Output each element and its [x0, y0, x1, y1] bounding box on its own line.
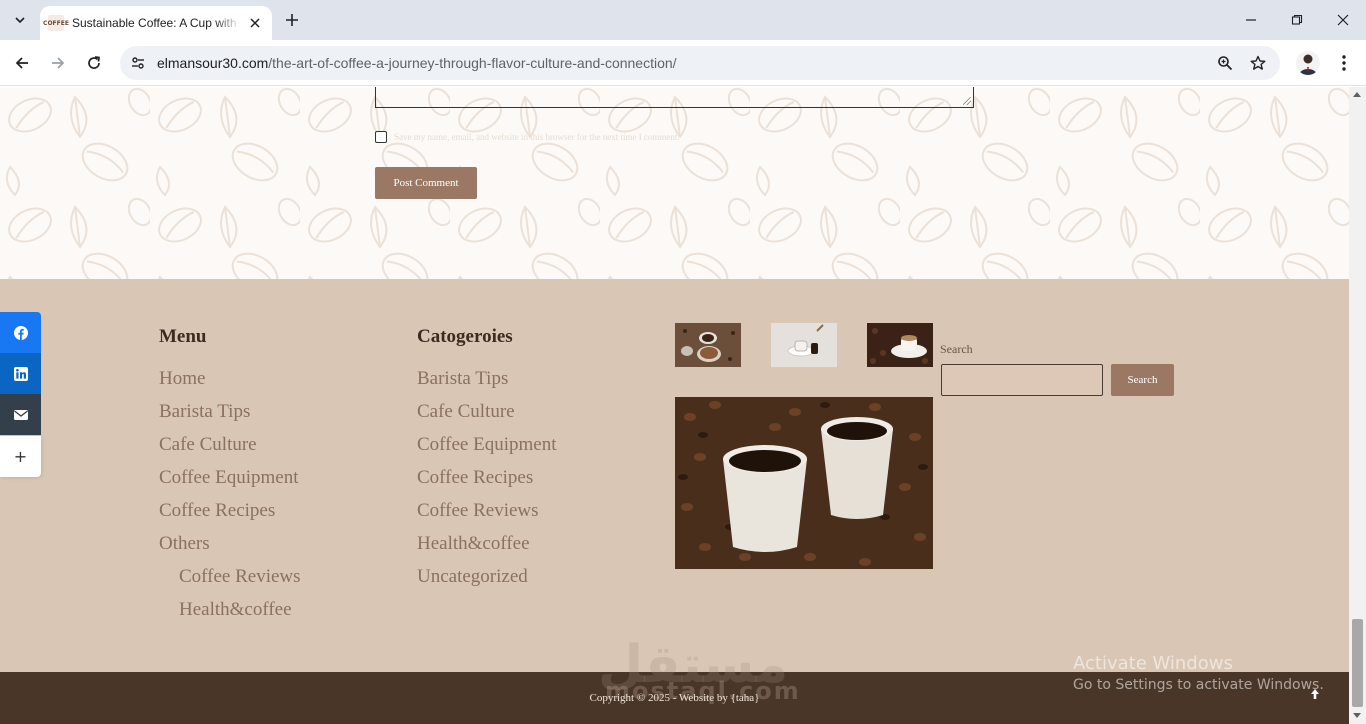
save-info-checkbox[interactable]: [375, 131, 387, 143]
site-favicon: COFFEE: [43, 15, 69, 31]
activation-subtitle: Go to Settings to activate Windows.: [1073, 677, 1324, 693]
featured-coffee-image[interactable]: [675, 397, 933, 569]
restore-icon[interactable]: [1274, 0, 1320, 40]
zoom-icon[interactable]: [1212, 50, 1238, 76]
email-icon: [13, 409, 28, 420]
menu-link-home[interactable]: Home: [159, 368, 205, 390]
browser-tab[interactable]: COFFEE Sustainable Coffee: A Cup with a …: [40, 6, 272, 40]
url-text: elmansour30.com/the-art-of-coffee-a-jour…: [157, 55, 677, 71]
facebook-icon: [13, 325, 28, 340]
tab-title: Sustainable Coffee: A Cup with a Conscie…: [72, 16, 240, 30]
category-link-barista-tips[interactable]: Barista Tips: [417, 368, 508, 390]
menu-link-coffee-recipes[interactable]: Coffee Recipes: [159, 500, 275, 522]
activation-title: Activate Windows: [1073, 653, 1233, 674]
comment-textarea[interactable]: [375, 87, 974, 108]
menu-link-others[interactable]: Others: [159, 533, 210, 555]
kebab-menu-icon[interactable]: [1330, 49, 1358, 77]
site-footer: Menu Home Barista Tips Cafe Culture Coff…: [0, 279, 1349, 672]
avatar[interactable]: [1296, 51, 1320, 75]
categories-title: Catogeroies: [417, 326, 513, 347]
reload-icon[interactable]: [80, 49, 108, 77]
close-icon[interactable]: [246, 14, 264, 32]
search-input[interactable]: [941, 364, 1103, 396]
post-comment-button[interactable]: Post Comment: [375, 167, 477, 199]
more-icon: +: [13, 447, 28, 466]
tab-list-icon[interactable]: [8, 8, 32, 32]
save-info-consent: Save my name, email, and website in this…: [375, 131, 680, 143]
category-link-coffee-recipes[interactable]: Coffee Recipes: [417, 467, 533, 489]
page-viewport: Save my name, email, and website in this…: [0, 87, 1349, 724]
scroll-down-arrow-icon[interactable]: [1353, 713, 1361, 718]
menu-title: Menu: [159, 326, 207, 347]
windows-activation-notice: Activate Windows Go to Settings to activ…: [1073, 653, 1324, 693]
address-bar[interactable]: elmansour30.com/the-art-of-coffee-a-jour…: [120, 46, 1280, 80]
gallery-thumbnail-3[interactable]: [867, 323, 933, 367]
category-link-coffee-equipment[interactable]: Coffee Equipment: [417, 434, 556, 456]
mostaql-watermark-latin: mostaql.com: [605, 677, 801, 705]
gallery-thumbnail-2[interactable]: [771, 323, 837, 367]
linkedin-share-button[interactable]: [0, 353, 41, 394]
facebook-share-button[interactable]: [0, 312, 41, 353]
scroll-up-arrow-icon[interactable]: [1353, 92, 1361, 97]
menu-link-cafe-culture[interactable]: Cafe Culture: [159, 434, 257, 456]
more-share-button[interactable]: +: [0, 436, 41, 477]
arrow-up-icon[interactable]: [1305, 684, 1325, 704]
category-link-health-coffee[interactable]: Health&coffee: [417, 533, 530, 555]
category-link-coffee-reviews[interactable]: Coffee Reviews: [417, 500, 539, 522]
save-info-label: Save my name, email, and website in this…: [394, 132, 680, 142]
resize-handle[interactable]: [963, 97, 971, 105]
linkedin-icon: [13, 366, 28, 381]
star-icon[interactable]: [1245, 50, 1271, 76]
scrollbar-thumb[interactable]: [1352, 619, 1363, 707]
url-host: elmansour30.com: [157, 55, 269, 71]
url-path: /the-art-of-coffee-a-journey-through-fla…: [268, 55, 677, 71]
category-link-uncategorized[interactable]: Uncategorized: [417, 566, 528, 588]
menu-sublink-health-coffee[interactable]: Health&coffee: [179, 599, 292, 621]
browser-tab-bar: COFFEE Sustainable Coffee: A Cup with a …: [0, 0, 1366, 40]
back-icon[interactable]: [8, 49, 36, 77]
gallery-thumbnail-1[interactable]: [675, 323, 741, 367]
search-label: Search: [940, 342, 973, 356]
email-share-button[interactable]: [0, 394, 41, 435]
menu-link-barista-tips[interactable]: Barista Tips: [159, 401, 250, 423]
plus-icon[interactable]: [280, 8, 304, 32]
page-scrollbar[interactable]: [1349, 87, 1366, 724]
coffee-bean-pattern: [0, 87, 1349, 279]
comment-section: Save my name, email, and website in this…: [0, 87, 1349, 279]
site-info-icon[interactable]: [124, 49, 152, 77]
browser-toolbar: elmansour30.com/the-art-of-coffee-a-jour…: [0, 40, 1366, 86]
category-link-cafe-culture[interactable]: Cafe Culture: [417, 401, 515, 423]
close-window-icon[interactable]: [1320, 0, 1366, 40]
menu-sublink-coffee-reviews[interactable]: Coffee Reviews: [179, 566, 301, 588]
minimize-icon[interactable]: [1228, 0, 1274, 40]
menu-link-coffee-equipment[interactable]: Coffee Equipment: [159, 467, 298, 489]
forward-icon[interactable]: [44, 49, 72, 77]
search-button[interactable]: Search: [1111, 364, 1174, 396]
